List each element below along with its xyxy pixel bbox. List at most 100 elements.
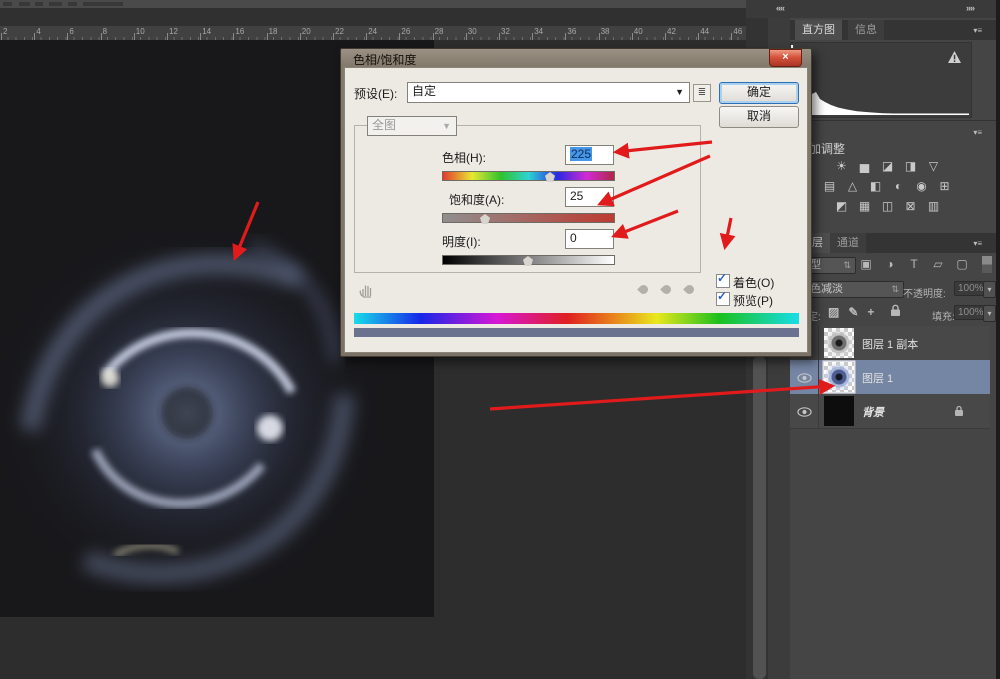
filter-pixel-layers-icon[interactable]: ▣ — [858, 257, 874, 271]
layer-thumbnail[interactable] — [824, 362, 854, 392]
hue-saturation-icon[interactable]: ▤ — [820, 179, 839, 194]
tab-channels[interactable]: 通道 — [830, 233, 866, 253]
eye-icon[interactable] — [797, 372, 812, 386]
ruler-number: 34 — [534, 27, 543, 36]
document-tab-band — [0, 8, 746, 26]
hue-input[interactable]: 225 — [565, 145, 614, 165]
ruler-number: 6 — [69, 27, 73, 36]
eyedropper-add-icon[interactable] — [660, 283, 673, 296]
layer-thumbnail[interactable] — [824, 328, 854, 358]
filter-type-layers-icon[interactable]: T — [906, 257, 922, 271]
selective-color-icon[interactable]: ▥ — [924, 199, 943, 214]
fill-dropdown-icon[interactable]: ▾ — [983, 305, 996, 322]
layers-panel-tabbar: 图层 通道 ▾≡ — [790, 233, 996, 253]
ok-button[interactable]: 确定 — [719, 82, 799, 104]
histogram-warning-icon[interactable] — [948, 51, 961, 63]
layers-panel-menu-icon[interactable]: ▾≡ — [973, 239, 982, 248]
eyedropper-subtract-icon[interactable] — [683, 283, 696, 296]
filter-smart-objects-icon[interactable]: ▢ — [954, 257, 970, 271]
saturation-slider-track[interactable] — [442, 213, 615, 223]
eye-icon[interactable] — [797, 406, 812, 420]
ruler-tick — [1, 33, 2, 40]
color-lookup-icon[interactable]: ⊞ — [935, 179, 954, 194]
ruler-tick — [599, 33, 600, 40]
adjustments-panel-menu-icon[interactable]: ▾≡ — [973, 128, 982, 137]
lock-paint-icon[interactable]: ✎ — [848, 305, 858, 319]
tool-icon — [3, 2, 12, 6]
adjustments-grid: ☀ ▅ ◪ ◨ ▽ ▤ △ ◧ ◐ ◉ ⊞ ◩ ▦ ◫ ⊠ ▥ — [820, 159, 954, 219]
ruler-tick — [134, 33, 135, 40]
tab-info[interactable]: 信息 — [848, 20, 884, 40]
ruler-number: 32 — [501, 27, 510, 36]
layer-lock-icon — [954, 405, 964, 420]
ruler-tick — [433, 33, 434, 40]
levels-icon[interactable]: ▅ — [855, 159, 874, 174]
ruler-number: 44 — [700, 27, 709, 36]
filter-adjustment-layers-icon[interactable]: ◑ — [882, 257, 898, 271]
posterize-icon[interactable]: ▦ — [855, 199, 874, 214]
lightness-value: 0 — [570, 231, 577, 245]
black-white-icon[interactable]: ◧ — [866, 179, 885, 194]
opacity-dropdown-icon[interactable]: ▾ — [983, 281, 996, 298]
toolbar-icon — [49, 2, 62, 6]
hue-saturation-dialog: 色相/饱和度 × 预设(E): 自定 ▼ ≣ 确定 取消 全图 ▼ 色相(H):… — [340, 48, 812, 357]
lightness-input[interactable]: 0 — [565, 229, 614, 249]
invert-icon[interactable]: ◩ — [832, 199, 851, 214]
ruler-tick — [565, 33, 566, 40]
ruler-tick — [466, 33, 467, 40]
channel-mixer-icon[interactable]: ◉ — [912, 179, 931, 194]
preset-options-icon[interactable]: ≣ — [693, 84, 711, 102]
close-icon[interactable]: × — [769, 49, 802, 67]
ruler-tick — [333, 33, 334, 40]
colorize-checkbox[interactable]: ✓ — [716, 274, 730, 288]
layer-row[interactable]: 图层 1 副本 — [790, 326, 990, 361]
lock-all-icon[interactable] — [890, 304, 901, 320]
gradient-map-icon[interactable]: ⊠ — [901, 199, 920, 214]
saturation-input[interactable]: 25 — [565, 187, 614, 207]
fill-value[interactable]: 100% — [954, 305, 984, 320]
histogram-display — [790, 42, 972, 118]
ruler-number: 26 — [401, 27, 410, 36]
photo-filter-icon[interactable]: ◐ — [889, 179, 908, 194]
color-balance-icon[interactable]: △ — [843, 179, 862, 194]
ruler-tick — [67, 33, 68, 40]
filter-shape-layers-icon[interactable]: ▱ — [930, 257, 946, 271]
tab-histogram[interactable]: 直方图 — [795, 20, 842, 40]
colorized-result-bar — [354, 328, 799, 337]
preset-dropdown[interactable]: 自定 ▼ — [407, 82, 690, 103]
lock-move-icon[interactable]: + — [867, 305, 874, 319]
layer-name: 图层 1 — [862, 370, 893, 386]
opacity-value[interactable]: 100% — [954, 281, 984, 296]
filter-toggle-icon[interactable] — [982, 256, 992, 273]
visibility-cell[interactable] — [790, 394, 819, 428]
curves-icon[interactable]: ◪ — [878, 159, 897, 174]
expand-dock-icon[interactable]: »» — [966, 3, 974, 13]
ruler-tick — [698, 33, 699, 40]
layer-name: 背景 — [862, 404, 884, 420]
exposure-icon[interactable]: ◨ — [901, 159, 920, 174]
ruler-tick — [665, 33, 666, 40]
eyedropper-icon[interactable] — [637, 283, 650, 296]
threshold-icon[interactable]: ◫ — [878, 199, 897, 214]
layer-row[interactable]: 图层 1 — [790, 360, 990, 395]
panel-column: 直方图 信息 ▾≡ ▾≡ 添加调整 ☀▅◪◨▽▤△◧◐◉⊞◩▦◫⊠▥ 图层 通道… — [790, 18, 996, 679]
collapse-dock-icon[interactable]: «« — [776, 3, 784, 13]
channel-dropdown[interactable]: 全图 ▼ — [367, 116, 457, 136]
cancel-button[interactable]: 取消 — [719, 106, 799, 128]
preview-checkbox[interactable]: ✓ — [716, 292, 730, 306]
layer-thumbnail[interactable] — [824, 396, 854, 426]
visibility-cell[interactable] — [790, 360, 819, 394]
histogram-panel-menu-icon[interactable]: ▾≡ — [973, 26, 982, 35]
vertical-scrollbar[interactable] — [753, 356, 766, 679]
hand-tool-icon[interactable] — [358, 282, 376, 301]
vibrance-icon[interactable]: ▽ — [924, 159, 943, 174]
brightness-contrast-icon[interactable]: ☀ — [832, 159, 851, 174]
hue-slider-track[interactable] — [442, 171, 615, 181]
ruler-number: 24 — [368, 27, 377, 36]
ruler-tick — [532, 33, 533, 40]
ruler-number: 22 — [335, 27, 344, 36]
ruler-number: 30 — [468, 27, 477, 36]
chevron-down-icon: ▼ — [675, 85, 684, 100]
layer-row[interactable]: 背景 — [790, 394, 990, 429]
lock-transparency-icon[interactable]: ▨ — [828, 305, 839, 319]
